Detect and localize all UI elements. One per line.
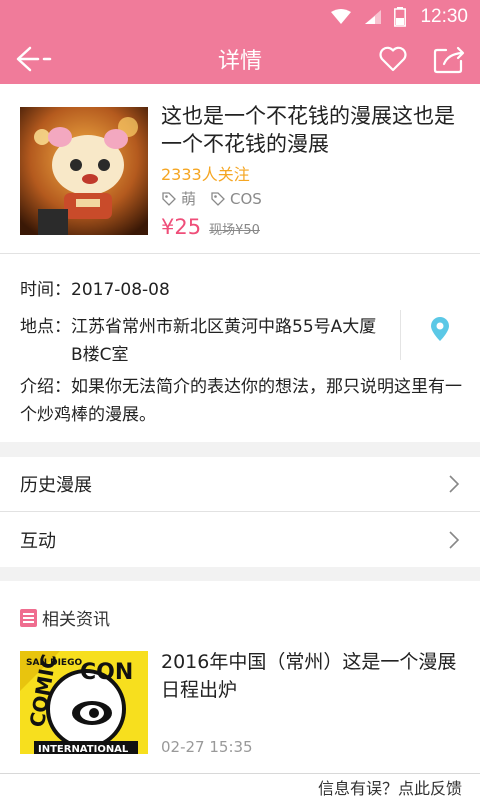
chevron-right-icon [449,475,460,493]
divider [400,310,401,360]
menu-item-label: 互动 [20,530,56,552]
menu-item-label: 历史漫展 [20,475,92,496]
location-pin-icon [431,317,449,341]
tag-label: 萌 [181,190,197,208]
section-header: 相关资讯 [20,605,110,630]
intro-value: 如果你无法简介的表达你的想法，那只说明这里有一个炒鸡棒的漫展。 [20,377,462,425]
original-price: 现场¥50 [209,223,260,238]
tag: 萌 [161,188,196,209]
time-row: 时间：2017-08-08 [20,276,170,304]
battery-icon [394,7,407,27]
heart-icon [379,46,407,72]
follower-count: 2333人关注 [161,165,250,184]
time-label: 时间： [20,280,71,300]
menu-item-interaction[interactable]: 互动 [0,512,480,567]
back-arrow-icon [16,46,52,72]
related-news: 相关资讯 SAN DIEGO CON COMIC INTERNATIONAL 2… [0,581,480,773]
news-time: 02-27 15:35 [161,738,253,756]
svg-text:INTERNATIONAL: INTERNATIONAL [38,744,129,754]
tag-list: 萌 COS [161,188,276,209]
event-title: 这也是一个不花钱的漫展这也是一个不花钱的漫展 [161,104,455,156]
status-bar: 12:30 [0,0,480,34]
event-card: 这也是一个不花钱的漫展这也是一个不花钱的漫展 2333人关注 萌 COS ¥25… [0,84,480,254]
news-thumbnail[interactable]: SAN DIEGO CON COMIC INTERNATIONAL [20,651,148,754]
wifi-icon [330,9,352,25]
news-icon [20,608,37,627]
page-title: 详情 [217,49,262,74]
section-title: 相关资讯 [42,610,110,630]
feedback-link[interactable]: 信息有误？点此反馈 [318,775,462,799]
event-thumbnail [20,107,148,235]
map-button[interactable] [429,316,451,346]
tag-icon [211,191,225,206]
share-button[interactable] [432,42,468,76]
place-row: 地点： 江苏省常州市新北区黄河中路55号A大厦B楼C室 [20,313,382,369]
news-title[interactable]: 2016年中国（常州）这是一个漫展日程出炉 [161,648,461,704]
footer-bar: 信息有误？点此反馈 [0,773,480,800]
share-icon [433,46,465,74]
event-details: 时间：2017-08-08 地点： 江苏省常州市新北区黄河中路55号A大厦B楼C室… [0,254,480,442]
menu-list: 历史漫展 互动 [0,457,480,567]
chevron-right-icon [449,530,460,549]
current-price: ¥25 [161,215,202,239]
tag: COS [210,190,262,208]
time-value: 2017-08-08 [71,280,170,300]
back-button[interactable] [14,42,54,76]
place-label: 地点： [20,317,71,337]
intro-row: 介绍：如果你无法简介的表达你的想法，那只说明这里有一个炒鸡棒的漫展。 [20,373,465,429]
place-value: 江苏省常州市新北区黄河中路55号A大厦B楼C室 [71,317,377,365]
tag-icon [162,191,176,206]
tag-label: COS [230,189,262,208]
intro-label: 介绍： [20,377,71,397]
signal-icon [364,9,382,25]
price: ¥25 现场¥50 [161,215,260,239]
svg-text:CON: CON [80,660,133,685]
clock: 12:30 [420,6,468,27]
menu-item-history[interactable]: 历史漫展 [0,457,480,512]
favorite-button[interactable] [377,43,409,75]
nav-bar: 详情 [0,34,480,84]
